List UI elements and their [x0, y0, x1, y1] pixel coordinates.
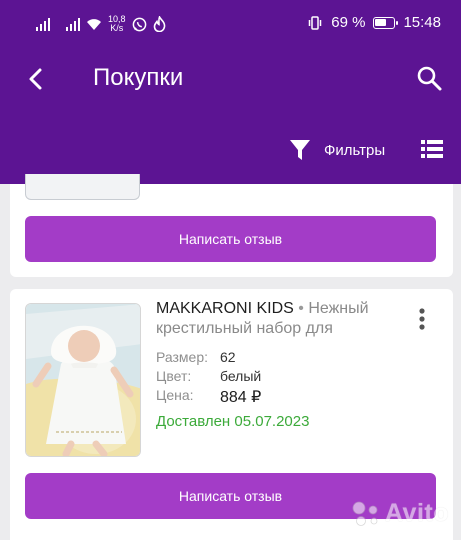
- list-view-icon[interactable]: [421, 139, 443, 159]
- network-speed: 10,8 K/s: [108, 15, 126, 33]
- filter-icon: [290, 140, 310, 160]
- page-title: Покупки: [93, 64, 184, 91]
- product-description-line2: крестильный набор для: [156, 320, 333, 337]
- product-info: MAKKARONI KIDS • Нежный крестильный набо…: [156, 299, 406, 430]
- color-label: Цвет:: [156, 368, 192, 384]
- avito-watermark: Avito: [351, 499, 449, 528]
- signal-icon: [36, 17, 50, 31]
- whatsapp-icon: [132, 17, 146, 31]
- search-icon[interactable]: [415, 64, 443, 92]
- battery-icon: [373, 16, 399, 29]
- back-arrow-icon[interactable]: [20, 62, 54, 96]
- wifi-icon: [87, 19, 101, 30]
- clock: 15:48: [403, 14, 441, 31]
- battery-percent: 69 %: [331, 14, 366, 31]
- signal-icon-2: [66, 17, 80, 31]
- delivery-status: Доставлен 05.07.2023: [156, 413, 310, 430]
- filters-button[interactable]: Фильтры: [288, 138, 385, 162]
- product-description-line1: Нежный: [308, 300, 369, 317]
- color-value: белый: [220, 368, 262, 384]
- network-speed-unit: K/s: [110, 23, 124, 33]
- avito-logo-icon: [352, 501, 378, 526]
- price-value: 884 ₽: [220, 389, 262, 406]
- app-bar: Покупки Фильтры: [0, 46, 461, 184]
- size-label: Размер:: [156, 349, 209, 365]
- battery-level: [375, 18, 387, 26]
- size-value: 62: [220, 349, 236, 365]
- flame-icon: [153, 16, 165, 32]
- product-title[interactable]: MAKKARONI KIDS • Нежный крестильный набо…: [156, 299, 406, 339]
- price-row: Цена: 884 ₽: [156, 387, 406, 407]
- price-label: Цена:: [156, 387, 194, 403]
- vibrate-icon: [309, 15, 322, 30]
- write-review-button[interactable]: Написать отзыв: [25, 216, 436, 262]
- product-photo[interactable]: [25, 303, 141, 457]
- status-left-group: 10,8 K/s: [36, 12, 166, 36]
- status-bar: 10,8 K/s 69 % 15:48: [0, 0, 461, 46]
- product-brand: MAKKARONI KIDS: [156, 300, 294, 317]
- filters-label: Фильтры: [324, 141, 386, 159]
- order-card: Написать отзыв: [10, 174, 453, 277]
- title-separator: •: [293, 300, 309, 317]
- more-options-icon[interactable]: [415, 307, 429, 331]
- avito-wordmark: Avito: [384, 499, 449, 527]
- product-thumbnail[interactable]: [25, 174, 140, 200]
- color-row: Цвет: белый: [156, 368, 406, 384]
- size-row: Размер: 62: [156, 349, 406, 365]
- baby-christening-photo: [26, 304, 140, 456]
- status-right-group: 69 % 15:48: [307, 14, 441, 31]
